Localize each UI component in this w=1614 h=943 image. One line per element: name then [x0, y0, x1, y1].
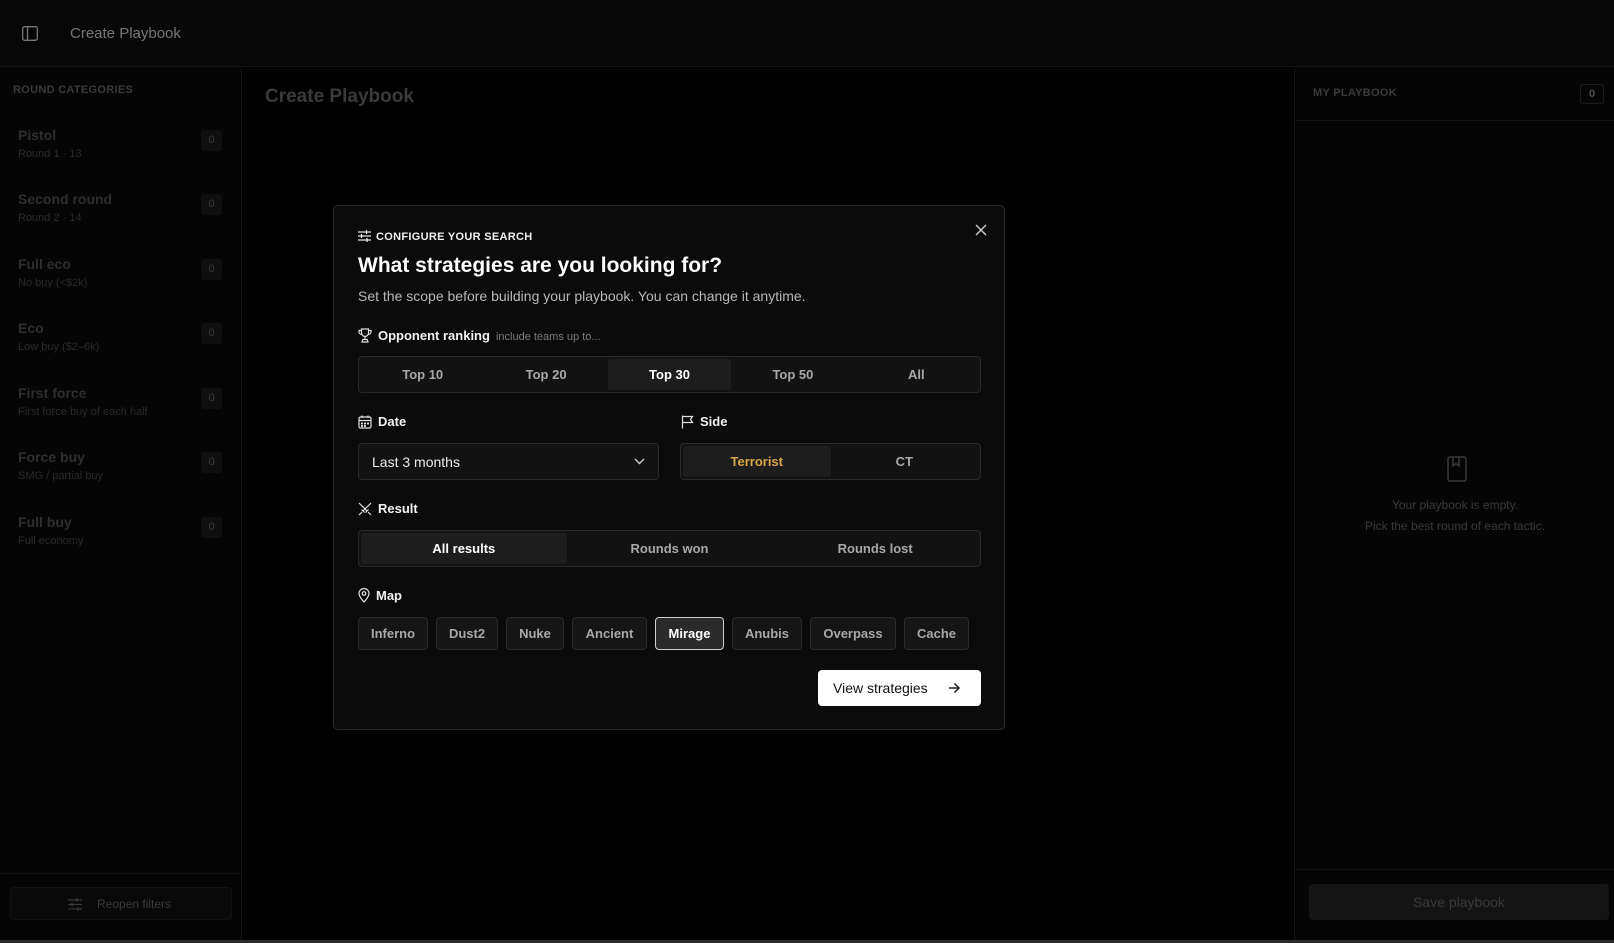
- ranking-option-top-20[interactable]: Top 20: [484, 359, 607, 390]
- configure-search-modal: CONFIGURE YOUR SEARCH What strategies ar…: [333, 205, 1005, 730]
- view-strategies-label: View strategies: [833, 680, 928, 696]
- round-categories-sidebar: ROUND CATEGORIES Pistol Round 1 · 13 0 S…: [0, 67, 242, 940]
- result-option-won[interactable]: Rounds won: [567, 533, 773, 564]
- category-eco[interactable]: Eco Low buy ($2–6k) 0: [0, 320, 242, 380]
- playbook-empty-message: Your playbook is empty.: [1391, 498, 1519, 512]
- side-title: Side: [700, 414, 728, 429]
- category-subtitle: SMG / partial buy: [18, 470, 103, 482]
- close-icon[interactable]: [974, 223, 988, 237]
- map-chip-mirage[interactable]: Mirage: [655, 617, 724, 650]
- playbook-heading: MY PLAYBOOK: [1313, 87, 1397, 99]
- playbook-header-divider: [1295, 120, 1614, 121]
- category-subtitle: Full economy: [18, 535, 84, 547]
- category-name: Full buy: [18, 514, 72, 530]
- category-count-badge: 0: [201, 130, 222, 151]
- map-label: Map: [358, 587, 402, 603]
- ranking-option-top-30[interactable]: Top 30: [607, 359, 732, 390]
- view-strategies-button[interactable]: View strategies: [818, 670, 981, 706]
- category-count-badge: 0: [201, 452, 222, 473]
- category-name: Second round: [18, 191, 113, 207]
- opponent-ranking-title: Opponent ranking: [378, 328, 490, 343]
- bookmark-book-icon: [1447, 456, 1467, 482]
- sliders-icon: [68, 898, 82, 911]
- category-name: Full eco: [18, 256, 71, 272]
- category-count-badge: 0: [201, 323, 222, 344]
- category-subtitle: Round 1 · 13: [18, 148, 82, 160]
- modal-eyebrow-label: CONFIGURE YOUR SEARCH: [376, 231, 533, 243]
- result-label: Result: [358, 501, 418, 516]
- result-option-all[interactable]: All results: [361, 533, 567, 564]
- side-option-terrorist[interactable]: Terrorist: [683, 446, 831, 477]
- map-chip-cache[interactable]: Cache: [904, 617, 969, 650]
- sidebar-toggle-icon[interactable]: [22, 26, 38, 41]
- sidebar-divider: [0, 873, 242, 874]
- sliders-icon: [358, 230, 371, 242]
- my-playbook-panel: MY PLAYBOOK 0 Your playbook is empty. Pi…: [1294, 67, 1614, 940]
- playbook-empty-hint: Pick the best round of each tactic.: [1364, 519, 1546, 533]
- trophy-icon: [358, 328, 372, 343]
- map-pin-icon: [358, 587, 370, 603]
- category-full-buy[interactable]: Full buy Full economy 0: [0, 514, 242, 574]
- chevron-down-icon: [634, 458, 645, 465]
- sidebar-heading: ROUND CATEGORIES: [13, 84, 134, 96]
- map-chip-anubis[interactable]: Anubis: [732, 617, 802, 650]
- category-subtitle: First force buy of each half: [18, 406, 148, 418]
- reopen-filters-button[interactable]: Reopen filters: [10, 887, 232, 920]
- category-pistol[interactable]: Pistol Round 1 · 13 0: [0, 127, 242, 187]
- calendar-icon: [358, 415, 372, 429]
- playbook-footer-divider: [1295, 869, 1614, 870]
- result-option-lost[interactable]: Rounds lost: [772, 533, 978, 564]
- side-segmented-control: Terrorist CT: [680, 443, 981, 480]
- date-label: Date: [358, 414, 406, 429]
- ranking-segmented-control: Top 10 Top 20 Top 30 Top 50 All: [358, 356, 981, 393]
- flag-icon: [681, 415, 694, 429]
- reopen-filters-label: Reopen filters: [97, 897, 172, 911]
- map-chip-ancient[interactable]: Ancient: [572, 617, 647, 650]
- date-range-select[interactable]: Last 3 months: [358, 443, 659, 480]
- side-option-ct[interactable]: CT: [831, 446, 979, 477]
- opponent-ranking-label: Opponent ranking include teams up to...: [358, 328, 601, 343]
- category-full-eco[interactable]: Full eco No buy (<$2k) 0: [0, 256, 242, 316]
- map-title: Map: [376, 588, 402, 603]
- category-count-badge: 0: [201, 517, 222, 538]
- opponent-ranking-hint: include teams up to...: [495, 331, 601, 343]
- category-name: Eco: [18, 320, 44, 336]
- ranking-option-all[interactable]: All: [855, 359, 978, 390]
- category-first-force[interactable]: First force First force buy of each half…: [0, 385, 242, 445]
- page-title: Create Playbook: [265, 86, 414, 107]
- ranking-option-top-10[interactable]: Top 10: [361, 359, 484, 390]
- date-title: Date: [378, 414, 407, 429]
- category-count-badge: 0: [201, 194, 222, 215]
- top-bar: Create Playbook: [0, 0, 1614, 67]
- category-force-buy[interactable]: Force buy SMG / partial buy 0: [0, 449, 242, 509]
- category-subtitle: Low buy ($2–6k): [18, 341, 100, 353]
- playbook-count-badge: 0: [1580, 84, 1604, 104]
- category-count-badge: 0: [201, 259, 222, 280]
- category-second-round[interactable]: Second round Round 2 · 14 0: [0, 191, 242, 251]
- map-chip-overpass[interactable]: Overpass: [810, 617, 896, 650]
- modal-description: Set the scope before building your playb…: [358, 288, 806, 304]
- modal-headline: What strategies are you looking for?: [358, 254, 723, 277]
- category-name: Pistol: [18, 127, 57, 143]
- crossed-swords-icon: [358, 502, 372, 516]
- modal-eyebrow: CONFIGURE YOUR SEARCH: [358, 230, 532, 243]
- arrow-right-icon: [949, 683, 960, 693]
- window-title: Create Playbook: [70, 25, 181, 42]
- category-name: Force buy: [18, 449, 85, 465]
- category-subtitle: No buy (<$2k): [18, 277, 88, 289]
- map-chip-inferno[interactable]: Inferno: [358, 617, 428, 650]
- date-range-value: Last 3 months: [372, 454, 460, 470]
- category-name: First force: [18, 385, 87, 401]
- result-segmented-control: All results Rounds won Rounds lost: [358, 530, 981, 567]
- map-chip-dust2[interactable]: Dust2: [436, 617, 498, 650]
- category-count-badge: 0: [201, 388, 222, 409]
- side-label: Side: [681, 414, 727, 429]
- map-chip-nuke[interactable]: Nuke: [506, 617, 564, 650]
- result-title: Result: [378, 501, 418, 516]
- category-subtitle: Round 2 · 14: [18, 212, 82, 224]
- ranking-option-top-50[interactable]: Top 50: [731, 359, 854, 390]
- save-playbook-button[interactable]: Save playbook: [1309, 884, 1609, 920]
